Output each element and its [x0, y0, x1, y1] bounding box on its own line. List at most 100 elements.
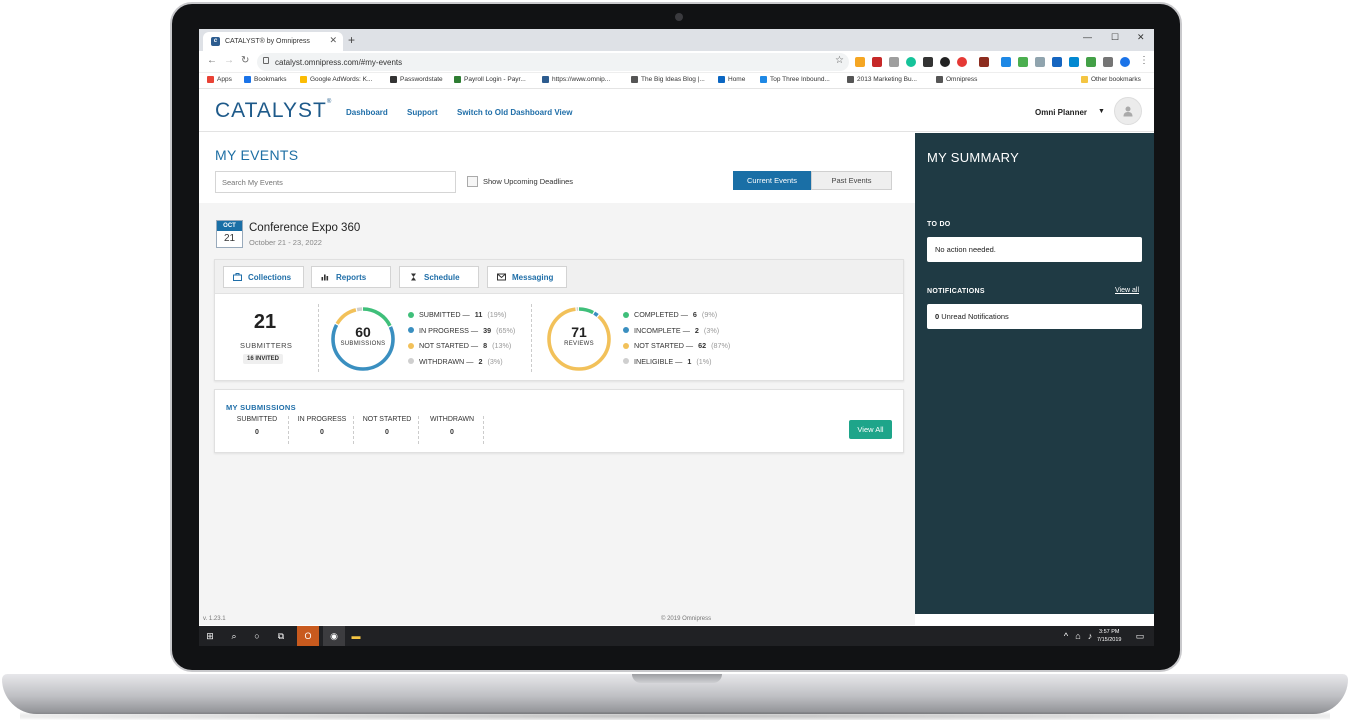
back-icon[interactable]: ← [207, 55, 217, 66]
pdf-extension-icon[interactable] [872, 57, 882, 67]
search-events-input[interactable] [215, 171, 456, 193]
legend-dot-icon [623, 311, 629, 318]
lock-icon [263, 57, 269, 64]
legend-percent: (3%) [487, 356, 503, 366]
bookmark-label: Passwordstate [400, 76, 443, 83]
new-tab-icon[interactable]: + [348, 33, 355, 47]
clock[interactable]: 3:57 PM 7/15/2019 [1097, 628, 1121, 644]
legend-item: INELIGIBLE — 1 (1%) [623, 354, 730, 370]
bookmark-item[interactable]: 2013 Marketing Bu... [847, 76, 917, 83]
menu-kebab-icon[interactable]: ⋮ [1139, 55, 1149, 66]
windows-start-icon[interactable]: ⊞ [203, 629, 217, 643]
window-close-icon[interactable]: ✕ [1137, 32, 1145, 43]
legend-item: IN PROGRESS — 39 (65%) [408, 323, 515, 339]
volume-icon[interactable]: ♪ [1083, 629, 1097, 643]
extension-icon[interactable] [855, 57, 865, 67]
catalyst-logo[interactable]: CATALYST® [215, 99, 332, 123]
legend-dot-icon [623, 327, 629, 334]
forward-icon[interactable]: → [224, 55, 234, 66]
grammarly-icon[interactable] [906, 57, 916, 67]
legend-dot-icon [408, 311, 414, 318]
bookmark-item[interactable]: Top Three Inbound... [760, 76, 830, 83]
browser-tabstrip: c CATALYST® by Omnipress ✕ + — ☐ ✕ [199, 29, 1154, 51]
legend-dot-icon [623, 358, 629, 365]
divider [318, 304, 319, 372]
bookmark-item[interactable]: The Big Ideas Blog |... [631, 76, 705, 83]
extension-icon[interactable] [940, 57, 950, 67]
legend-label: WITHDRAWN — [419, 356, 474, 366]
extension-icon[interactable] [1086, 57, 1096, 67]
extension-icon[interactable] [1001, 57, 1011, 67]
task-view-icon[interactable]: ⧉ [274, 629, 288, 643]
reports-label: Reports [336, 272, 367, 282]
bookmark-item[interactable]: https://www.omnip... [542, 76, 610, 83]
outlook-icon[interactable]: O [297, 626, 319, 646]
event-dates: October 21 - 23, 2022 [249, 238, 322, 247]
bookmark-item[interactable]: Payroll Login - Payr... [454, 76, 526, 83]
bookmark-item[interactable]: Bookmarks [244, 76, 287, 83]
laptop-shadow [20, 712, 1330, 720]
bookmark-item[interactable]: Apps [207, 76, 232, 83]
notification-center-icon[interactable]: ▭ [1133, 629, 1147, 643]
extension-icon[interactable] [979, 57, 989, 67]
extension-icon[interactable] [1035, 57, 1045, 67]
messaging-button[interactable]: Messaging [487, 266, 567, 288]
upcoming-deadlines-label: Show Upcoming Deadlines [483, 177, 574, 186]
legend-item: NOT STARTED — 8 (13%) [408, 338, 515, 354]
nav-support[interactable]: Support [407, 108, 438, 117]
bookmark-item[interactable]: Home [718, 76, 745, 83]
bookmark-item[interactable]: Passwordstate [390, 76, 443, 83]
past-events-button[interactable]: Past Events [811, 171, 892, 190]
bookmark-star-icon[interactable]: ☆ [835, 55, 844, 66]
nav-old-dashboard[interactable]: Switch to Old Dashboard View [457, 108, 572, 117]
upcoming-deadlines-checkbox[interactable] [467, 176, 478, 187]
view-all-notifications-link[interactable]: View all [1115, 287, 1139, 294]
extension-icon[interactable] [923, 57, 933, 67]
hourglass-icon [411, 273, 416, 281]
reload-icon[interactable]: ↻ [241, 55, 249, 66]
legend-label: COMPLETED — [634, 310, 688, 320]
maximize-icon[interactable]: ☐ [1111, 32, 1119, 43]
cortana-icon[interactable]: ○ [250, 629, 264, 643]
legend-dot-icon [408, 342, 414, 349]
profile-icon[interactable] [1120, 57, 1130, 67]
todo-heading: TO DO [927, 221, 951, 228]
summary-title: MY SUMMARY [927, 150, 1020, 165]
address-bar[interactable]: catalyst.omnipress.com/#my-events [257, 53, 849, 71]
not-started-column: NOT STARTED 0 [356, 416, 419, 444]
bookmark-item[interactable]: Omnipress [936, 76, 977, 83]
event-title[interactable]: Conference Expo 360 [249, 222, 360, 234]
in-progress-column-value: 0 [320, 429, 324, 436]
extension-icon[interactable] [957, 57, 967, 67]
reports-button[interactable]: Reports [311, 266, 391, 288]
current-events-button[interactable]: Current Events [733, 171, 811, 190]
extension-icon[interactable] [1103, 57, 1113, 67]
browser-tab[interactable]: c CATALYST® by Omnipress ✕ [203, 32, 343, 51]
avatar[interactable] [1114, 97, 1142, 125]
app-header: CATALYST® Dashboard Support Switch to Ol… [199, 90, 1154, 132]
file-explorer-icon[interactable]: ▬ [349, 629, 363, 643]
bookmark-item[interactable]: Google AdWords: K... [300, 76, 372, 83]
extension-icon[interactable] [1018, 57, 1028, 67]
unread-text: Unread Notifications [941, 312, 1009, 321]
extension-icon[interactable] [889, 57, 899, 67]
chrome-icon[interactable]: ◉ [323, 626, 345, 646]
search-icon[interactable]: ⌕ [227, 629, 241, 643]
minimize-icon[interactable]: — [1083, 32, 1092, 42]
collections-button[interactable]: Collections [223, 266, 304, 288]
submissions-legend: SUBMITTED — 11 (19%) IN PROGRESS — 39 (65%) NO… [408, 307, 515, 369]
close-tab-icon[interactable]: ✕ [329, 35, 337, 46]
user-menu[interactable]: Omni Planner [1035, 108, 1087, 117]
briefcase-icon [233, 273, 242, 281]
in-progress-column-label: IN PROGRESS [297, 416, 347, 423]
view-all-submissions-button[interactable]: View All [849, 420, 892, 439]
bookmark-label: 2013 Marketing Bu... [857, 76, 917, 83]
extension-icon[interactable] [1052, 57, 1062, 67]
nav-dashboard[interactable]: Dashboard [346, 108, 388, 117]
notifications-box[interactable]: 0 Unread Notifications [927, 304, 1142, 329]
bookmark-item[interactable]: Other bookmarks [1081, 76, 1141, 83]
caret-down-icon[interactable]: ▼ [1098, 108, 1105, 115]
extension-icon[interactable] [1069, 57, 1079, 67]
submitted-column-value: 0 [255, 429, 259, 436]
schedule-button[interactable]: Schedule [399, 266, 479, 288]
